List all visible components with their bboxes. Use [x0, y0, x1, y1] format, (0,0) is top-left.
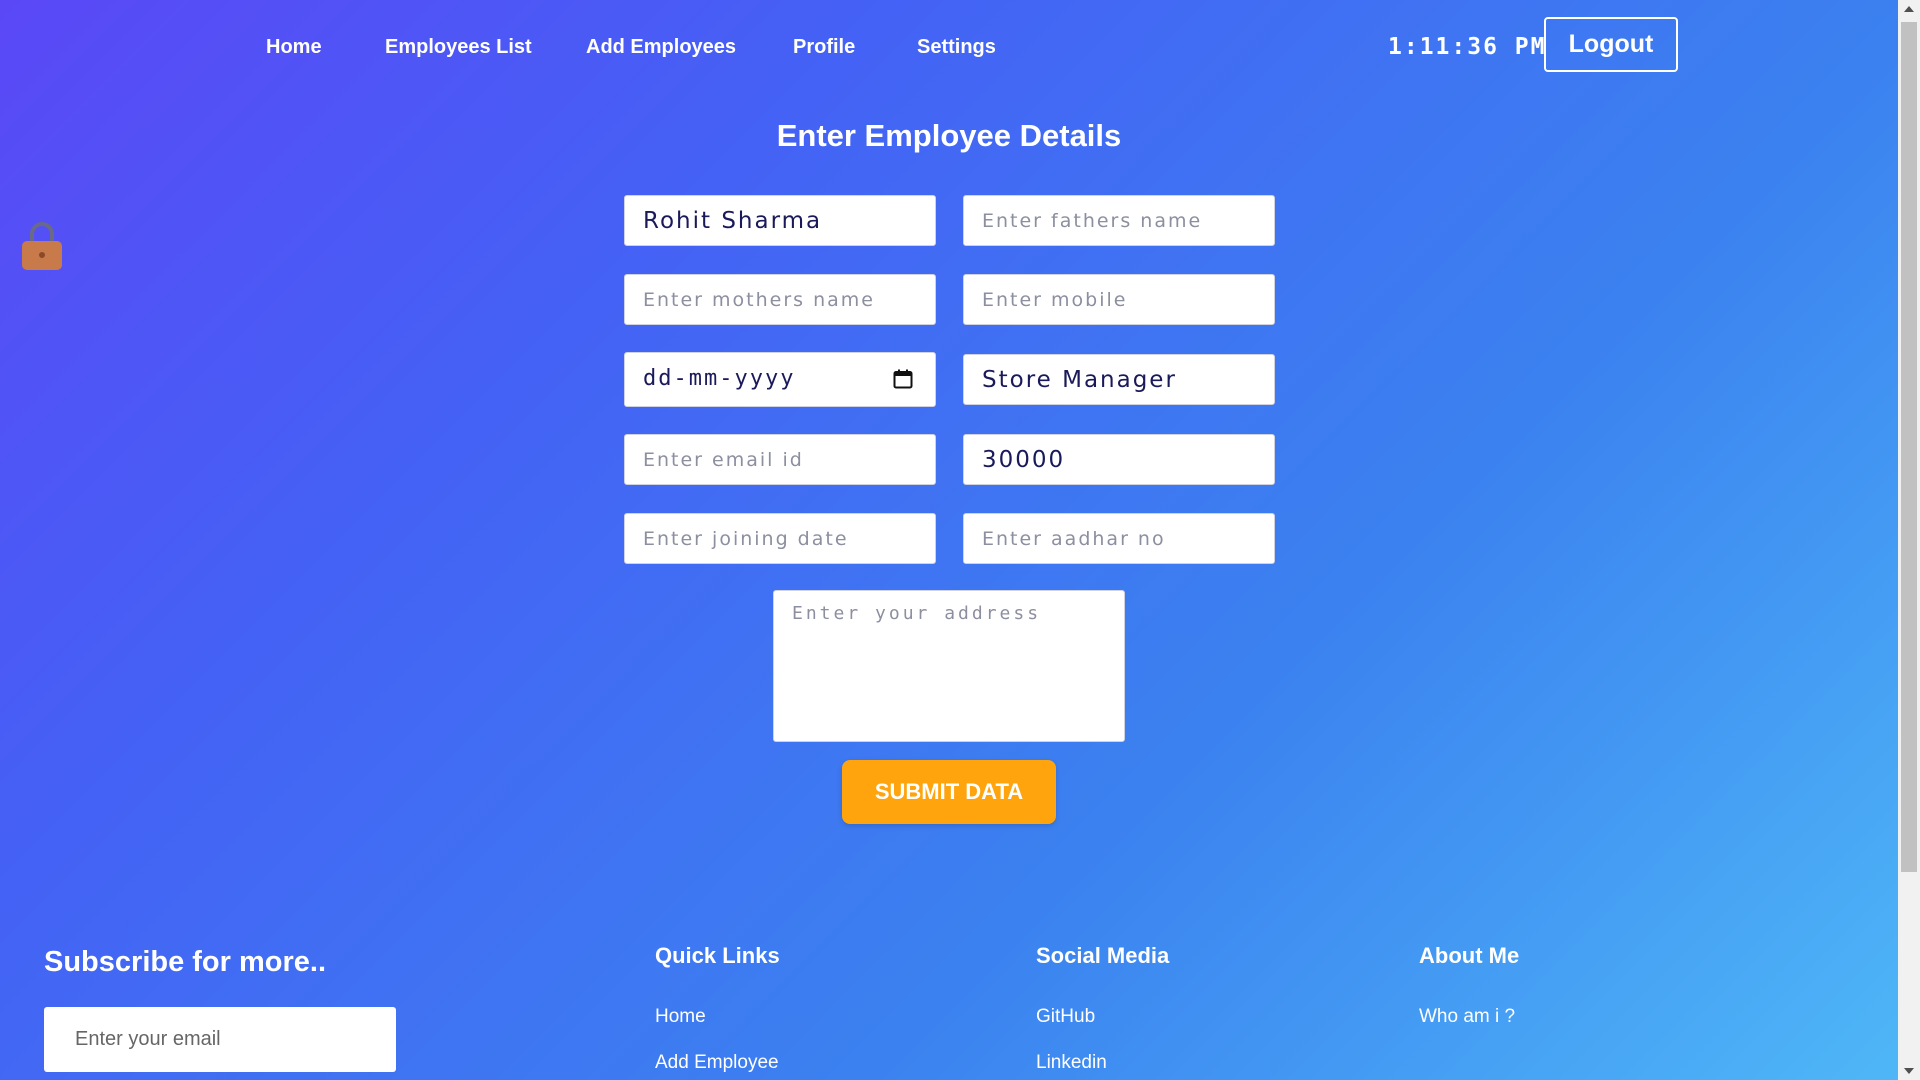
page: Home Employees List Add Employees Profil…: [0, 0, 1898, 1080]
nav-add-employees-link[interactable]: Add Employees: [586, 36, 736, 59]
footer-link-linkedin[interactable]: Linkedin: [1036, 1052, 1107, 1074]
footer-link-add-employee[interactable]: Add Employee: [655, 1052, 779, 1074]
scroll-up-arrow-icon[interactable]: [1898, 0, 1920, 20]
footer-link-who-am-i[interactable]: Who am i ?: [1419, 1006, 1515, 1028]
mobile-field[interactable]: [963, 274, 1275, 325]
employee-name-field[interactable]: [624, 195, 936, 246]
clock: 1:11:36 PM: [1388, 34, 1547, 60]
nav-home-link[interactable]: Home: [266, 36, 322, 59]
subscribe-title: Subscribe for more..: [44, 946, 327, 978]
calendar-icon[interactable]: [893, 369, 913, 389]
fathers-name-field[interactable]: [963, 195, 1275, 246]
designation-field[interactable]: [963, 354, 1275, 405]
scroll-down-arrow-icon[interactable]: [1898, 1060, 1920, 1080]
submit-data-button[interactable]: SUBMIT DATA: [842, 760, 1056, 824]
logout-button[interactable]: Logout: [1544, 17, 1678, 72]
subscribe-email-field[interactable]: [44, 1007, 396, 1072]
salary-field[interactable]: [963, 434, 1275, 485]
nav-employees-list-link[interactable]: Employees List: [385, 36, 532, 59]
lock-icon: [22, 222, 62, 270]
date-of-birth-field[interactable]: dd-mm-yyyy: [624, 352, 936, 407]
joining-date-field[interactable]: [624, 513, 936, 564]
nav-settings-link[interactable]: Settings: [917, 36, 996, 59]
form-title: Enter Employee Details: [776, 118, 1122, 153]
mothers-name-field[interactable]: [624, 274, 936, 325]
date-of-birth-value: dd-mm-yyyy: [643, 366, 796, 391]
quick-links-title: Quick Links: [655, 943, 780, 968]
email-id-field[interactable]: [624, 434, 936, 485]
footer-link-home[interactable]: Home: [655, 1006, 706, 1028]
aadhar-field[interactable]: [963, 513, 1275, 564]
address-field[interactable]: [773, 590, 1125, 742]
footer-link-github[interactable]: GitHub: [1036, 1006, 1095, 1028]
social-media-title: Social Media: [1036, 943, 1170, 968]
scrollbar-thumb[interactable]: [1901, 22, 1917, 872]
nav-profile-link[interactable]: Profile: [793, 36, 855, 59]
about-me-title: About Me: [1419, 943, 1520, 968]
